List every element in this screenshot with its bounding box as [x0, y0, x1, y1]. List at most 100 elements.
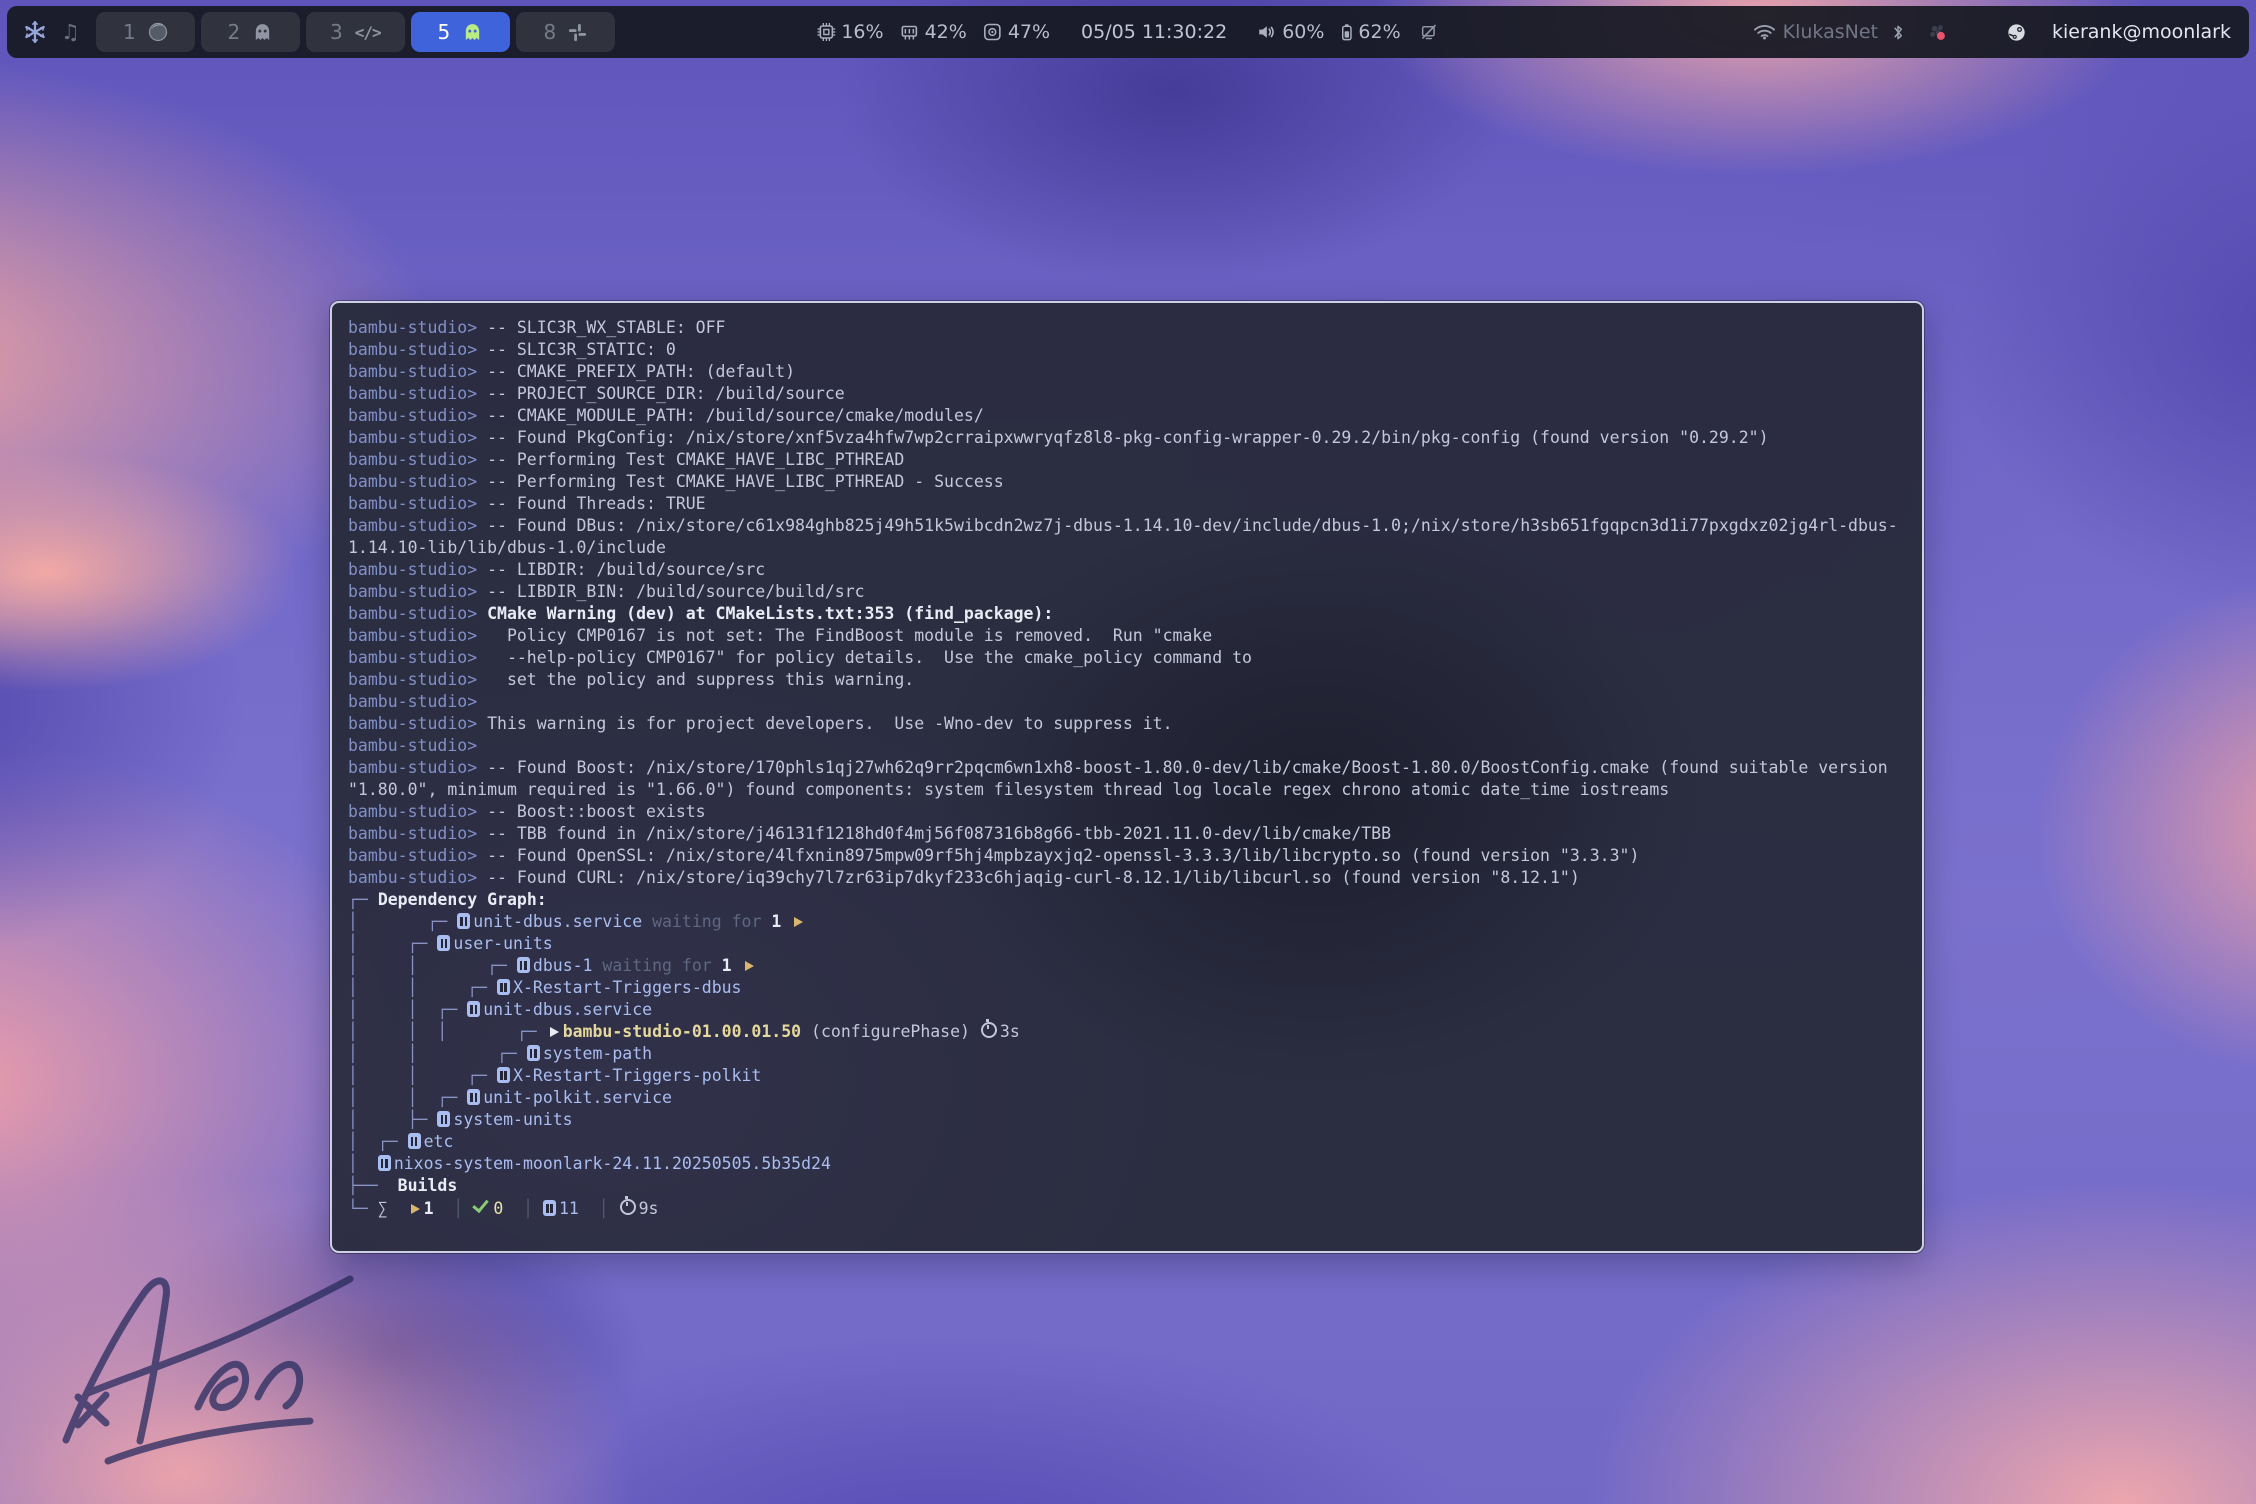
app-indicator-red-dot-icon[interactable]	[1928, 23, 1947, 42]
disk-stat: 47%	[984, 21, 1050, 43]
terminal-line: │ │ ┌─ X-Restart-Triggers-dbus	[348, 977, 1906, 999]
terminal-line: bambu-studio> -- Found Threads: TRUE	[348, 493, 1906, 515]
terminal-line: bambu-studio> CMake Warning (dev) at CMa…	[348, 603, 1906, 625]
terminal-line: 1.14.10-lib/lib/dbus-1.0/include	[348, 537, 1906, 559]
sphere-icon	[148, 22, 168, 42]
terminal-line: ├── Builds	[348, 1175, 1906, 1197]
terminal-line: bambu-studio>	[348, 691, 1906, 713]
terminal-line: bambu-studio> -- PROJECT_SOURCE_DIR: /bu…	[348, 383, 1906, 405]
terminal-line: │ ┌─ etc	[348, 1131, 1906, 1153]
system-tray	[1928, 20, 2026, 44]
terminal-line: bambu-studio> Policy CMP0167 is not set:…	[348, 625, 1906, 647]
paused-icon	[467, 1089, 480, 1105]
terminal-line: bambu-studio> -- Found OpenSSL: /nix/sto…	[348, 845, 1906, 867]
terminal-line: bambu-studio> -- Boost::boost exists	[348, 801, 1906, 823]
workspace-number: 3	[330, 20, 343, 44]
system-stats: 16% 42% 47% 05/05 11:30:22 60% 62%	[817, 21, 1438, 43]
paused-icon	[497, 1067, 510, 1083]
notifications-muted-icon[interactable]	[1420, 23, 1439, 41]
terminal-line: bambu-studio> This warning is for projec…	[348, 713, 1906, 735]
paused-icon	[457, 913, 470, 929]
ghost-icon	[462, 22, 483, 43]
terminal-line: bambu-studio> -- CMAKE_PREFIX_PATH: (def…	[348, 361, 1906, 383]
terminal-window[interactable]: bambu-studio> -- SLIC3R_WX_STABLE: OFFba…	[330, 301, 1924, 1253]
slack-icon	[568, 23, 587, 42]
disk-icon	[984, 23, 1002, 41]
workspace-number: 8	[543, 20, 556, 44]
terminal-line: │ │ │ ┌─ bambu-studio-01.00.01.50 (confi…	[348, 1021, 1906, 1043]
memory-icon	[901, 23, 919, 41]
artist-signature	[48, 1235, 378, 1485]
terminal-line: bambu-studio> -- CMAKE_MODULE_PATH: /bui…	[348, 405, 1906, 427]
snowflake-icon[interactable]	[1965, 20, 1989, 44]
paused-icon	[437, 1111, 450, 1127]
workspace-number: 5	[437, 20, 450, 44]
terminal-line: bambu-studio> -- Performing Test CMAKE_H…	[348, 471, 1906, 493]
building-arrow-icon	[550, 1027, 559, 1037]
workspace-2[interactable]: 2	[201, 12, 300, 52]
top-bar-right: KlukasNet kierank@moonlark	[1754, 20, 2249, 44]
battery-value: 62%	[1358, 21, 1400, 43]
running-arrow-icon	[794, 917, 803, 927]
memory-value: 42%	[925, 21, 967, 43]
speaker-icon	[1257, 24, 1276, 40]
workspace-number: 1	[123, 20, 136, 44]
terminal-line: │ │ ┌─ dbus-1 waiting for 1	[348, 955, 1906, 977]
workspace-3[interactable]: 3 </>	[306, 12, 405, 52]
user-host-label: kierank@moonlark	[2052, 21, 2231, 43]
terminal-line: bambu-studio> -- Found Boost: /nix/store…	[348, 757, 1906, 779]
top-bar-left: ♫ 1 2 3 </> 5 8	[7, 12, 615, 52]
terminal-line: bambu-studio> -- Found PkgConfig: /nix/s…	[348, 427, 1906, 449]
volume-stat[interactable]: 60%	[1257, 21, 1324, 43]
paused-icon	[517, 957, 530, 973]
paused-icon	[378, 1155, 391, 1171]
timer-icon	[981, 1022, 997, 1038]
cpu-icon	[817, 23, 835, 41]
terminal-line: bambu-studio> -- LIBDIR_BIN: /build/sour…	[348, 581, 1906, 603]
steam-icon[interactable]	[2007, 23, 2026, 42]
cpu-value: 16%	[841, 21, 883, 43]
workspace-8[interactable]: 8	[516, 12, 615, 52]
terminal-line: bambu-studio>	[348, 735, 1906, 757]
terminal-line: │ ┌─ unit-dbus.service waiting for 1	[348, 911, 1906, 933]
battery-icon	[1341, 23, 1352, 41]
paused-icon	[527, 1045, 540, 1061]
terminal-line: │ │ ┌─ X-Restart-Triggers-polkit	[348, 1065, 1906, 1087]
volume-value: 60%	[1282, 21, 1324, 43]
bluetooth-icon[interactable]	[1892, 24, 1904, 41]
running-arrow-icon	[411, 1204, 420, 1214]
paused-icon	[497, 979, 510, 995]
nix-launcher-icon[interactable]	[21, 18, 49, 46]
top-bar: ♫ 1 2 3 </> 5 8 16% 42% 47% 05/05 11:30:22 60…	[7, 6, 2249, 58]
terminal-line: bambu-studio> -- Found DBus: /nix/store/…	[348, 515, 1906, 537]
terminal-line: bambu-studio> -- TBB found in /nix/store…	[348, 823, 1906, 845]
memory-stat: 42%	[901, 21, 967, 43]
terminal-line: bambu-studio> -- Performing Test CMAKE_H…	[348, 449, 1906, 471]
timer-icon	[620, 1199, 636, 1215]
terminal-line: bambu-studio> -- Found CURL: /nix/store/…	[348, 867, 1906, 889]
terminal-line: bambu-studio> -- SLIC3R_WX_STABLE: OFF	[348, 317, 1906, 339]
terminal-line: bambu-studio> -- SLIC3R_STATIC: 0	[348, 339, 1906, 361]
paused-icon	[408, 1133, 421, 1149]
battery-stat: 62%	[1341, 21, 1400, 43]
music-note-icon[interactable]: ♫	[61, 20, 80, 44]
ghost-icon	[252, 22, 273, 43]
workspace-number: 2	[227, 20, 240, 44]
workspace-5-active[interactable]: 5	[411, 12, 510, 52]
terminal-line: │ ┌─ user-units	[348, 933, 1906, 955]
terminal-line: bambu-studio> set the policy and suppres…	[348, 669, 1906, 691]
terminal-line: │ │ ┌─ unit-dbus.service	[348, 999, 1906, 1021]
network-ssid[interactable]: KlukasNet	[1783, 21, 1878, 43]
terminal-line: bambu-studio> --help-policy CMP0167" for…	[348, 647, 1906, 669]
check-icon	[473, 1196, 490, 1213]
clock: 05/05 11:30:22	[1081, 21, 1227, 43]
workspace-switcher: 1 2 3 </> 5 8	[96, 12, 615, 52]
workspace-1[interactable]: 1	[96, 12, 195, 52]
wifi-icon[interactable]	[1754, 24, 1775, 40]
terminal-line: │ │ ┌─ unit-polkit.service	[348, 1087, 1906, 1109]
paused-icon	[437, 935, 450, 951]
running-arrow-icon	[745, 961, 754, 971]
terminal-line: "1.80.0", minimum required is "1.66.0") …	[348, 779, 1906, 801]
code-icon: </>	[355, 23, 381, 42]
terminal-line: └─ ∑ 1 │ 0 │ 11 │ 9s	[348, 1197, 1906, 1219]
